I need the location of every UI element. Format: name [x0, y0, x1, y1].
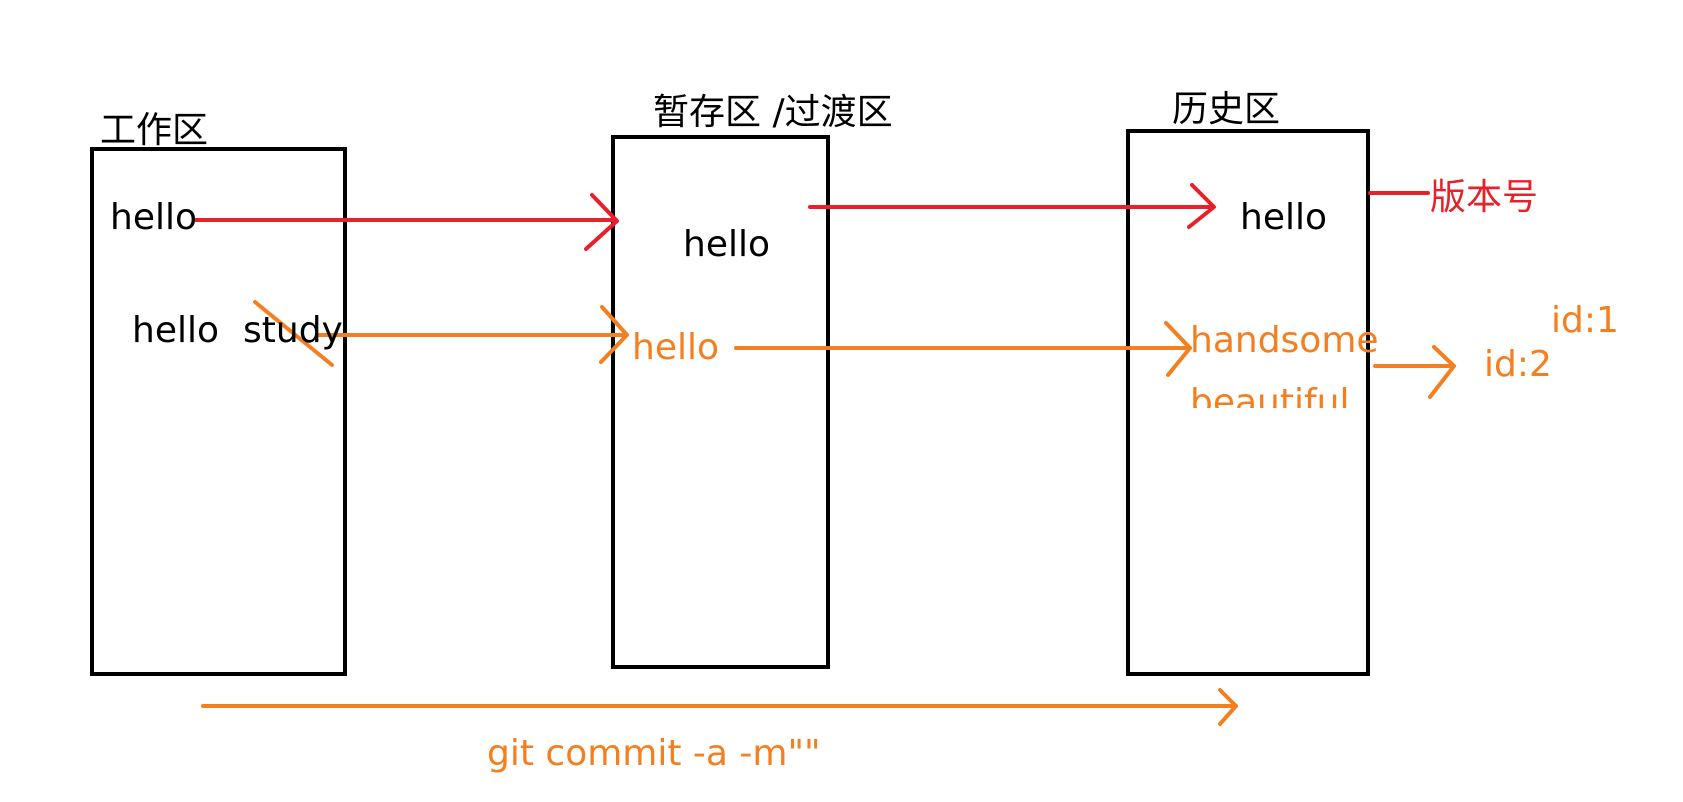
staging-area-title: 暂存区 /过渡区 [653, 92, 893, 133]
orange-arrow-working-to-staging [316, 305, 629, 364]
staging-hello-2: hello [632, 327, 719, 368]
staging-hello-1: hello [683, 224, 770, 265]
working-hello-1: hello [110, 197, 197, 238]
version-number-label: 版本号 [1430, 177, 1539, 218]
orange-arrow-git-commit [201, 688, 1238, 726]
history-hello: hello [1240, 197, 1327, 238]
orange-arrow-history-to-id [1373, 345, 1456, 399]
red-arrow-working-to-staging [194, 193, 619, 251]
orange-arrow-staging-to-history [734, 321, 1192, 377]
staging-area-box [611, 135, 830, 669]
git-commit-command: git commit -a -m"" [487, 733, 821, 774]
working-study: study [243, 310, 343, 351]
working-area-title: 工作区 [100, 110, 209, 151]
id-1-label: id:1 [1551, 300, 1619, 341]
red-arrow-staging-to-history [808, 183, 1216, 229]
history-beautiful: beautiful [1190, 385, 1350, 408]
history-area-title: 历史区 [1172, 89, 1281, 130]
id-2-label: id:2 [1484, 344, 1552, 385]
history-handsome: handsome [1190, 320, 1379, 361]
working-hello-2: hello [132, 310, 219, 351]
